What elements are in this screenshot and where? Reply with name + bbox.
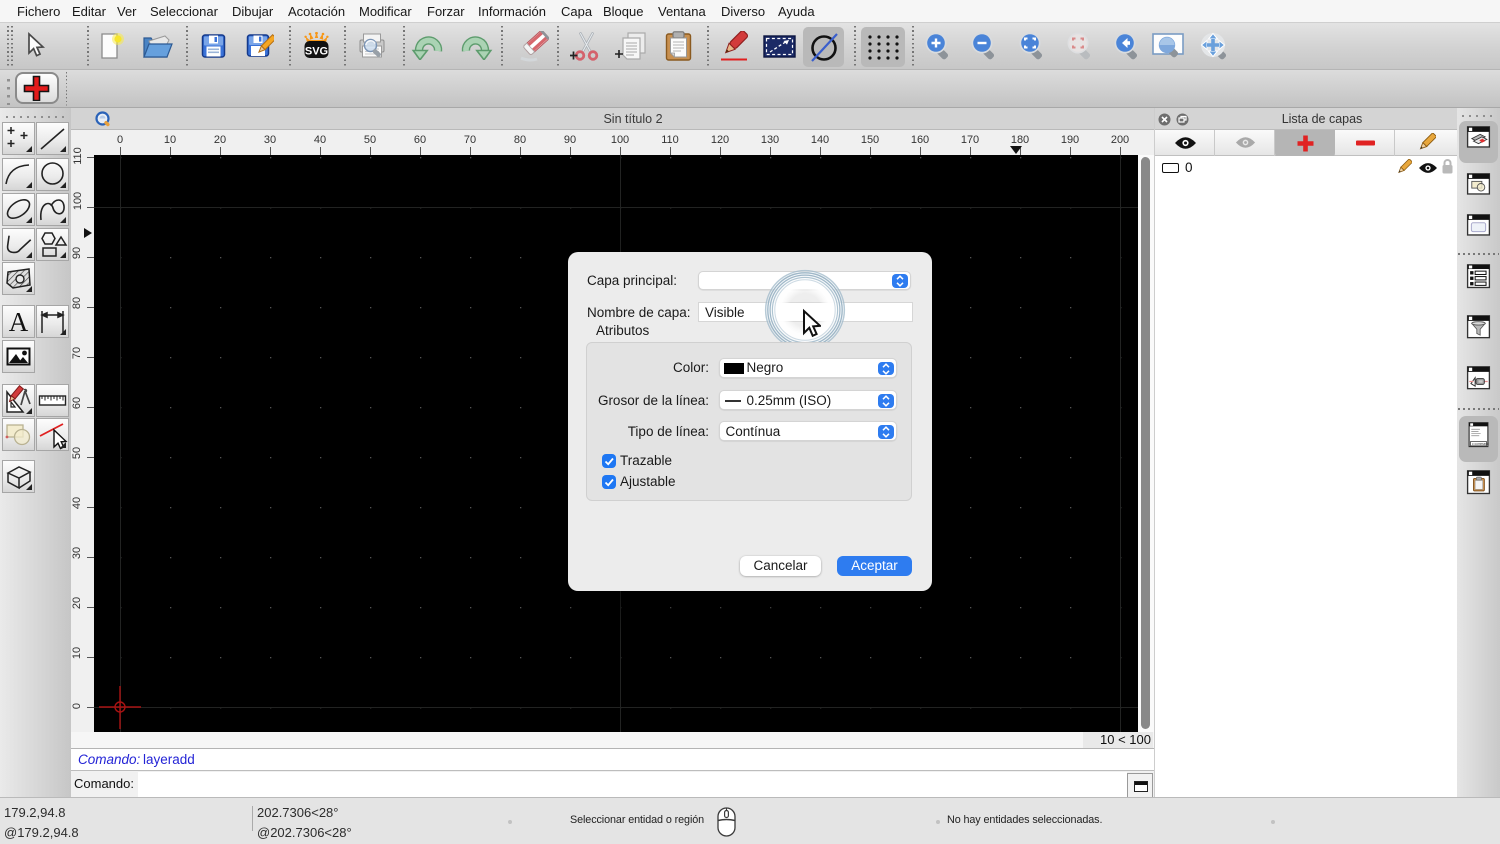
svg-text:c command: c command [1472, 442, 1489, 446]
svg-text:SVG: SVG [305, 46, 328, 58]
svg-text:A: A [9, 307, 29, 337]
